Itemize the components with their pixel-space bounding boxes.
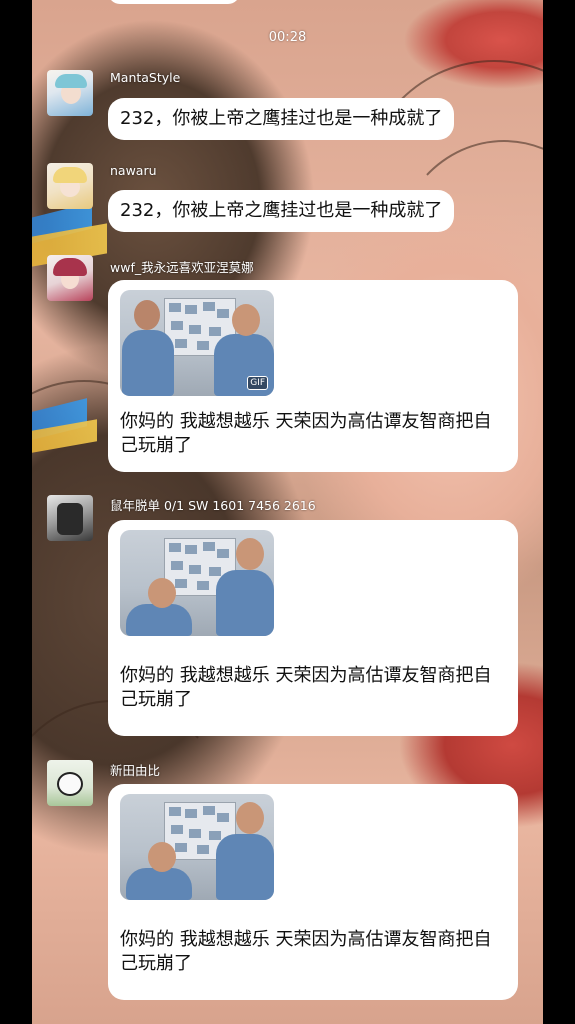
message-bubble[interactable]: GIF 你妈的 我越想越乐 天荣因为高估谭友智商把自己玩崩了 xyxy=(108,280,518,472)
sender-name[interactable]: 鼠年脱单 0/1 SW 1601 7456 2616 xyxy=(110,495,316,514)
avatar-hair xyxy=(53,167,87,183)
message-image[interactable]: GIF xyxy=(120,290,274,396)
image-officer xyxy=(216,834,274,900)
message-timestamp: 00:28 xyxy=(268,30,307,45)
message-bubble[interactable]: 你妈的 我越想越乐 天荣因为高估谭友智商把自己玩崩了 xyxy=(108,520,518,736)
sender-name[interactable]: wwf_我永远喜欢亚涅莫娜 xyxy=(110,257,254,276)
user-avatar[interactable] xyxy=(47,70,93,116)
gif-badge: GIF xyxy=(247,376,268,390)
image-officer-head xyxy=(232,304,260,336)
message-bubble[interactable]: 232，你被上帝之鹰挂过也是一种成就了 xyxy=(108,98,455,140)
user-avatar[interactable] xyxy=(47,163,93,209)
sender-name[interactable]: nawaru xyxy=(110,163,157,178)
image-officer xyxy=(216,570,274,636)
message-text: 你妈的 我越想越乐 天荣因为高估谭友智商把自己玩崩了 xyxy=(120,665,492,710)
avatar-hair xyxy=(53,258,87,276)
user-avatar[interactable] xyxy=(47,760,93,806)
image-officer-head xyxy=(148,842,176,872)
message-text: 你妈的 我越想越乐 天荣因为高估谭友智商把自己玩崩了 xyxy=(120,411,492,456)
sender-name[interactable]: MantaStyle xyxy=(110,70,180,85)
message-image[interactable] xyxy=(120,530,274,636)
message-text: 你妈的 我越想越乐 天荣因为高估谭友智商把自己玩崩了 xyxy=(120,929,492,974)
image-officer-head xyxy=(236,802,264,834)
user-avatar[interactable] xyxy=(47,255,93,301)
sender-name[interactable]: 新田由比 xyxy=(110,760,160,779)
image-officer-head xyxy=(236,538,264,570)
image-officer xyxy=(126,604,192,636)
user-avatar[interactable] xyxy=(47,495,93,541)
avatar-hair xyxy=(55,74,87,88)
image-officer-head xyxy=(148,578,176,608)
image-officer xyxy=(122,330,174,396)
previous-message-bubble[interactable] xyxy=(108,0,240,4)
image-officer-head xyxy=(134,300,160,330)
image-officer xyxy=(126,868,192,900)
message-bubble[interactable]: 你妈的 我越想越乐 天荣因为高估谭友智商把自己玩崩了 xyxy=(108,784,518,1000)
avatar-panda xyxy=(57,772,83,796)
avatar-figure xyxy=(57,503,83,535)
message-image[interactable] xyxy=(120,794,274,900)
message-bubble[interactable]: 232，你被上帝之鹰挂过也是一种成就了 xyxy=(108,190,455,232)
